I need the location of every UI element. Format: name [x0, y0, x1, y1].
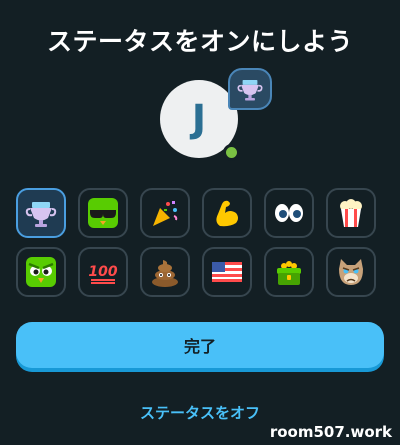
status-option-hundred-points[interactable]: 100	[78, 247, 128, 297]
grumpy-cat-icon	[339, 259, 363, 285]
eyes-icon	[275, 204, 303, 222]
online-indicator	[223, 144, 240, 161]
status-option-eyes[interactable]	[264, 188, 314, 238]
party-popper-icon	[153, 201, 178, 226]
current-status-bubble	[228, 68, 272, 110]
watermark: room507.work	[269, 423, 392, 441]
treasure-chest-icon	[277, 261, 301, 285]
status-option-party-popper[interactable]	[140, 188, 190, 238]
us-flag-icon	[212, 262, 242, 282]
status-grid: 100	[16, 188, 376, 297]
page-title: ステータスをオンにしよう	[46, 27, 353, 56]
trophy-icon	[25, 202, 57, 227]
turn-off-status-link[interactable]: ステータスをオフ	[0, 402, 400, 423]
trophy-icon	[237, 79, 263, 101]
pile-of-poo-icon	[152, 260, 178, 287]
avatar-initial: J	[191, 97, 207, 141]
status-option-pile-of-poo[interactable]	[140, 247, 190, 297]
status-option-angry-duo[interactable]	[16, 247, 66, 297]
status-option-trophy[interactable]	[16, 188, 66, 238]
cool-duo-icon	[88, 198, 118, 228]
svg-text:100: 100	[88, 264, 117, 280]
flexed-biceps-icon	[216, 200, 238, 227]
status-option-us-flag[interactable]	[202, 247, 252, 297]
angry-duo-icon	[26, 257, 56, 287]
hundred-points-icon: 100	[88, 264, 118, 284]
popcorn-icon	[340, 199, 362, 227]
status-option-cool-duo[interactable]	[78, 188, 128, 238]
status-option-flexed-biceps[interactable]	[202, 188, 252, 238]
avatar-area: J	[160, 68, 280, 170]
status-option-popcorn[interactable]	[326, 188, 376, 238]
status-option-treasure-chest[interactable]	[264, 247, 314, 297]
status-option-grumpy-cat[interactable]	[326, 247, 376, 297]
done-button[interactable]: 完了	[16, 322, 384, 368]
